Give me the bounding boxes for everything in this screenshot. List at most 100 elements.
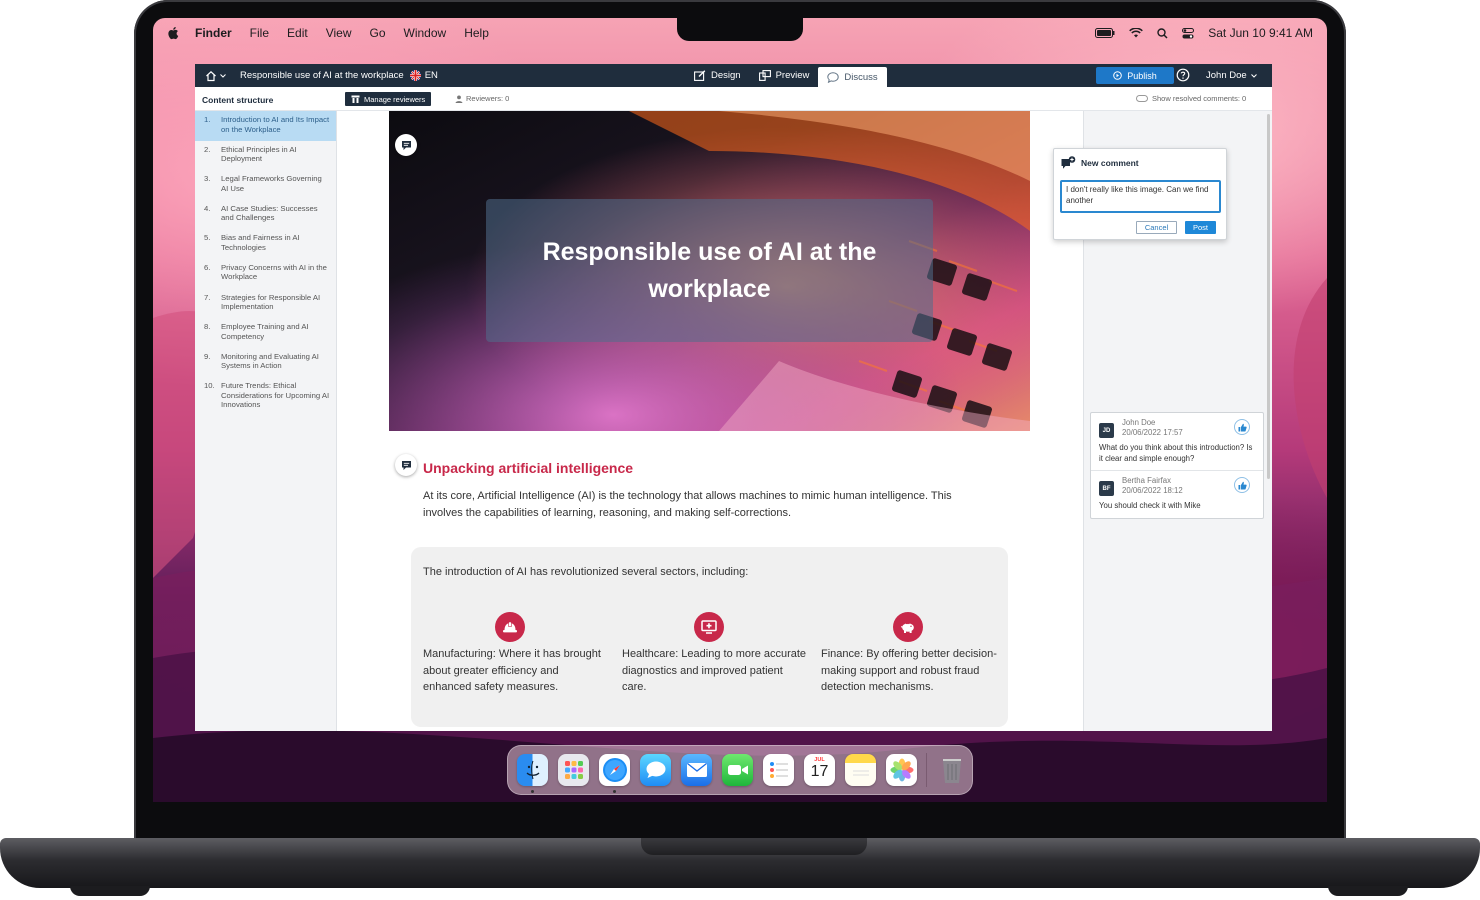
menu-go[interactable]: Go (370, 26, 386, 40)
wifi-icon[interactable] (1129, 28, 1144, 38)
comment-item[interactable]: JD John Doe 20/06/2022 17:57 What do you… (1091, 413, 1263, 470)
calendar-icon[interactable]: JUL 17 (803, 754, 836, 786)
avatar: BF (1099, 481, 1114, 496)
comment-thread: JD John Doe 20/06/2022 17:57 What do you… (1090, 412, 1264, 519)
new-comment-textarea[interactable]: I don't really like this image. Can we f… (1060, 180, 1221, 213)
finder-icon[interactable] (516, 754, 549, 793)
sectors-intro: The introduction of AI has revolutionize… (423, 566, 749, 578)
add-comment-icon (1061, 156, 1076, 169)
new-comment-header: New comment (1061, 156, 1139, 170)
sidebar-item-9[interactable]: 9. Monitoring and Evaluating AI Systems i… (195, 348, 336, 378)
battery-icon[interactable] (1095, 28, 1115, 38)
sectors-card[interactable]: The introduction of AI has revolutionize… (411, 547, 1008, 727)
notes-icon[interactable] (844, 754, 877, 786)
hero-title[interactable]: Responsible use of AI at the workplace (520, 234, 900, 308)
messages-icon[interactable] (639, 754, 672, 786)
item-number: 10. (204, 381, 215, 391)
menu-help[interactable]: Help (464, 26, 489, 40)
tab-preview[interactable]: Preview (750, 64, 819, 87)
section-paragraph[interactable]: At its core, Artificial Intelligence (AI… (423, 488, 983, 521)
language-code[interactable]: EN (425, 70, 438, 81)
hero-title-overlay: Responsible use of AI at the workplace (486, 199, 933, 342)
comment-marker-hero[interactable] (395, 134, 417, 156)
item-label: Ethical Principles in AI Deployment (221, 144, 297, 164)
publish-button[interactable]: Publish (1096, 67, 1174, 84)
safari-icon[interactable] (598, 754, 631, 793)
piggy-bank-icon (893, 612, 923, 642)
chevron-down-icon (1250, 73, 1257, 78)
reminders-icon[interactable] (762, 754, 795, 786)
post-button[interactable]: Post (1185, 221, 1216, 234)
item-label: Employee Training and AI Competency (221, 322, 309, 341)
laptop-foot-left (70, 886, 150, 896)
item-label: AI Case Studies: Successes and Challenge… (221, 203, 318, 223)
comment-item[interactable]: BF Bertha Fairfax 20/06/2022 18:12 You s… (1091, 470, 1263, 518)
editor-window: Responsible use of AI at the workplace E… (195, 64, 1272, 731)
menu-window[interactable]: Window (404, 26, 447, 40)
like-button[interactable] (1234, 419, 1250, 435)
tab-discuss[interactable]: Discuss (818, 67, 887, 87)
reviewers-label: Reviewers: 0 (466, 94, 510, 103)
content-canvas: Responsible use of AI at the workplace U… (337, 111, 1083, 731)
home-icon (206, 70, 216, 81)
toggle-switch-icon (1136, 95, 1148, 102)
facetime-icon[interactable] (721, 754, 754, 786)
trash-icon[interactable] (936, 754, 968, 786)
discuss-icon (827, 71, 840, 83)
item-number: 1. (204, 115, 211, 124)
tab-preview-label: Preview (775, 70, 810, 81)
help-icon[interactable] (1176, 68, 1190, 85)
medical-monitor-icon (694, 612, 724, 642)
manage-reviewers-label: Manage reviewers (364, 94, 426, 104)
menu-file[interactable]: File (250, 26, 269, 40)
document-title[interactable]: Responsible use of AI at the workplace (240, 70, 404, 81)
section-heading[interactable]: Unpacking artificial intelligence (423, 460, 633, 476)
tab-design-label: Design (711, 70, 741, 81)
hero-image[interactable]: Responsible use of AI at the workplace (389, 111, 1030, 431)
photos-icon[interactable] (885, 754, 918, 786)
launchpad-icon[interactable] (557, 754, 590, 786)
spotlight-search-icon[interactable] (1157, 27, 1168, 39)
user-name: John Doe (1206, 70, 1247, 81)
comments-scrollbar[interactable] (1267, 114, 1270, 479)
menu-view[interactable]: View (326, 26, 352, 40)
manage-reviewers-button[interactable]: Manage reviewers (345, 92, 432, 106)
running-indicator (612, 790, 616, 793)
sidebar-item-3[interactable]: 3. Legal Frameworks Governing AI Use (195, 170, 336, 200)
running-indicator (530, 790, 534, 793)
uk-flag-icon[interactable] (409, 70, 421, 81)
sidebar-item-7[interactable]: 7. Strategies for Responsible AI Implemen… (195, 289, 336, 319)
tab-design[interactable]: Design (685, 64, 750, 87)
mail-icon[interactable] (680, 754, 713, 786)
sidebar-item-6[interactable]: 6. Privacy Concerns with AI in the Workpl… (195, 259, 336, 289)
sidebar-item-2[interactable]: 2. Ethical Principles in AI Deployment (195, 141, 336, 171)
like-button[interactable] (1234, 477, 1250, 493)
reviewers-count: Reviewers: 0 (455, 94, 509, 103)
user-menu[interactable]: John Doe (1206, 64, 1257, 87)
item-label: Monitoring and Evaluating AI Systems in … (221, 351, 319, 371)
menu-finder[interactable]: Finder (195, 26, 232, 40)
control-center-icon[interactable] (1182, 27, 1195, 39)
publish-label: Publish (1127, 70, 1157, 81)
sidebar-item-5[interactable]: 5. Bias and Fairness in AI Technologies (195, 229, 336, 259)
item-label: Future Trends: Ethical Considerations fo… (221, 381, 330, 410)
sidebar-item-1[interactable]: 1. Introduction to AI and Its Impact on t… (195, 111, 336, 141)
home-menu[interactable] (205, 70, 226, 82)
item-number: 4. (204, 203, 211, 213)
item-label: Bias and Fairness in AI Technologies (221, 233, 300, 252)
sidebar-item-10[interactable]: 10. Future Trends: Ethical Considerations… (195, 377, 336, 415)
comment-marker-section[interactable] (395, 454, 417, 476)
apple-icon[interactable] (167, 26, 181, 40)
sidebar-item-8[interactable]: 8. Employee Training and AI Competency (195, 318, 336, 348)
show-resolved-toggle[interactable]: Show resolved comments: 0 (1136, 94, 1246, 103)
sector-text: Finance: By offering better decision-mak… (821, 648, 997, 693)
thumbs-up-icon (1238, 481, 1247, 489)
item-number: 6. (204, 262, 211, 272)
cancel-button[interactable]: Cancel (1136, 221, 1177, 234)
new-comment-popup: New comment I don't really like this ima… (1053, 148, 1227, 240)
menubar-clock[interactable]: Sat Jun 10 9:41 AM (1208, 26, 1313, 40)
sidebar-item-4[interactable]: 4. AI Case Studies: Successes and Challen… (195, 200, 336, 230)
hard-hat-icon (495, 612, 525, 642)
menu-edit[interactable]: Edit (287, 26, 308, 40)
item-number: 8. (204, 322, 211, 332)
